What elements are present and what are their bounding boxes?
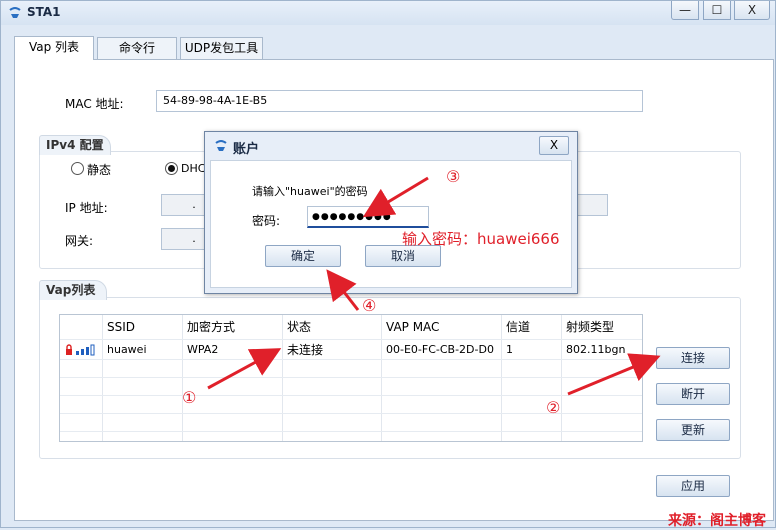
cell-status: 未连接 xyxy=(287,343,324,357)
col-radio-type: 射频类型 xyxy=(566,320,615,334)
cell-encryption: WPA2 xyxy=(187,343,219,356)
vap-section-title: Vap列表 xyxy=(39,280,107,300)
mac-label: MAC 地址: xyxy=(65,97,124,111)
tab-vap-list[interactable]: Vap 列表 xyxy=(14,36,94,60)
vap-table: SSID 加密方式 状态 VAP MAC 信道 射频类型 huawei WPA2… xyxy=(59,314,643,442)
account-dialog: 账户 X 请输入"huawei"的密码 密码: ●●●●●●●●● 确定 取消 xyxy=(204,131,578,294)
col-status: 状态 xyxy=(287,320,312,334)
dialog-title: 账户 xyxy=(233,142,260,157)
annotation-step-1: ① xyxy=(182,388,197,407)
tab-command-line[interactable]: 命令行 xyxy=(97,37,177,59)
annotation-step-3: ③ xyxy=(446,167,461,186)
annotation-step-4: ④ xyxy=(362,296,377,315)
disconnect-button[interactable]: 断开 xyxy=(656,383,730,405)
maximize-button[interactable]: ☐ xyxy=(703,1,731,20)
col-channel: 信道 xyxy=(506,320,531,334)
title-bar: STA1 — ☐ X xyxy=(1,1,775,25)
minimize-button[interactable]: — xyxy=(671,1,699,20)
col-encryption: 加密方式 xyxy=(187,320,236,334)
ipv4-section-title: IPv4 配置 xyxy=(39,135,111,155)
mac-field[interactable]: 54-89-98-4A-1E-B5 xyxy=(156,90,643,112)
apply-button[interactable]: 应用 xyxy=(656,475,730,497)
refresh-button[interactable]: 更新 xyxy=(656,419,730,441)
window-title: STA1 xyxy=(27,5,61,19)
col-vap-mac: VAP MAC xyxy=(386,320,440,334)
static-radio[interactable] xyxy=(71,162,84,175)
password-label: 密码: xyxy=(252,214,281,228)
source-watermark: 来源：阁主博客 xyxy=(668,513,766,529)
tab-udp-tool[interactable]: UDP发包工具 xyxy=(180,37,263,59)
static-label: 静态 xyxy=(87,163,112,177)
password-hint-annotation: 输入密码：huawei666 xyxy=(402,230,560,248)
dhcp-radio[interactable] xyxy=(165,162,178,175)
lock-signal-icon xyxy=(66,344,95,356)
password-input[interactable]: ●●●●●●●●● xyxy=(307,206,429,228)
app-logo-icon xyxy=(215,140,227,151)
col-ssid: SSID xyxy=(107,320,136,334)
gateway-label: 网关: xyxy=(65,234,94,248)
cell-ssid: huawei xyxy=(107,343,147,356)
ok-button[interactable]: 确定 xyxy=(265,245,341,267)
dialog-close-button[interactable]: X xyxy=(539,136,569,155)
annotation-step-2: ② xyxy=(546,398,561,417)
dialog-body: 请输入"huawei"的密码 密码: ●●●●●●●●● 确定 取消 xyxy=(210,160,572,288)
cell-radio-type: 802.11bgn xyxy=(566,343,626,356)
connect-button[interactable]: 连接 xyxy=(656,347,730,369)
cell-vap-mac: 00-E0-FC-CB-2D-D0 xyxy=(386,343,494,356)
close-button[interactable]: X xyxy=(734,1,770,20)
app-logo-icon xyxy=(9,7,21,18)
cell-channel: 1 xyxy=(506,343,513,356)
password-prompt: 请输入"huawei"的密码 xyxy=(252,185,368,198)
ip-label: IP 地址: xyxy=(65,201,108,215)
